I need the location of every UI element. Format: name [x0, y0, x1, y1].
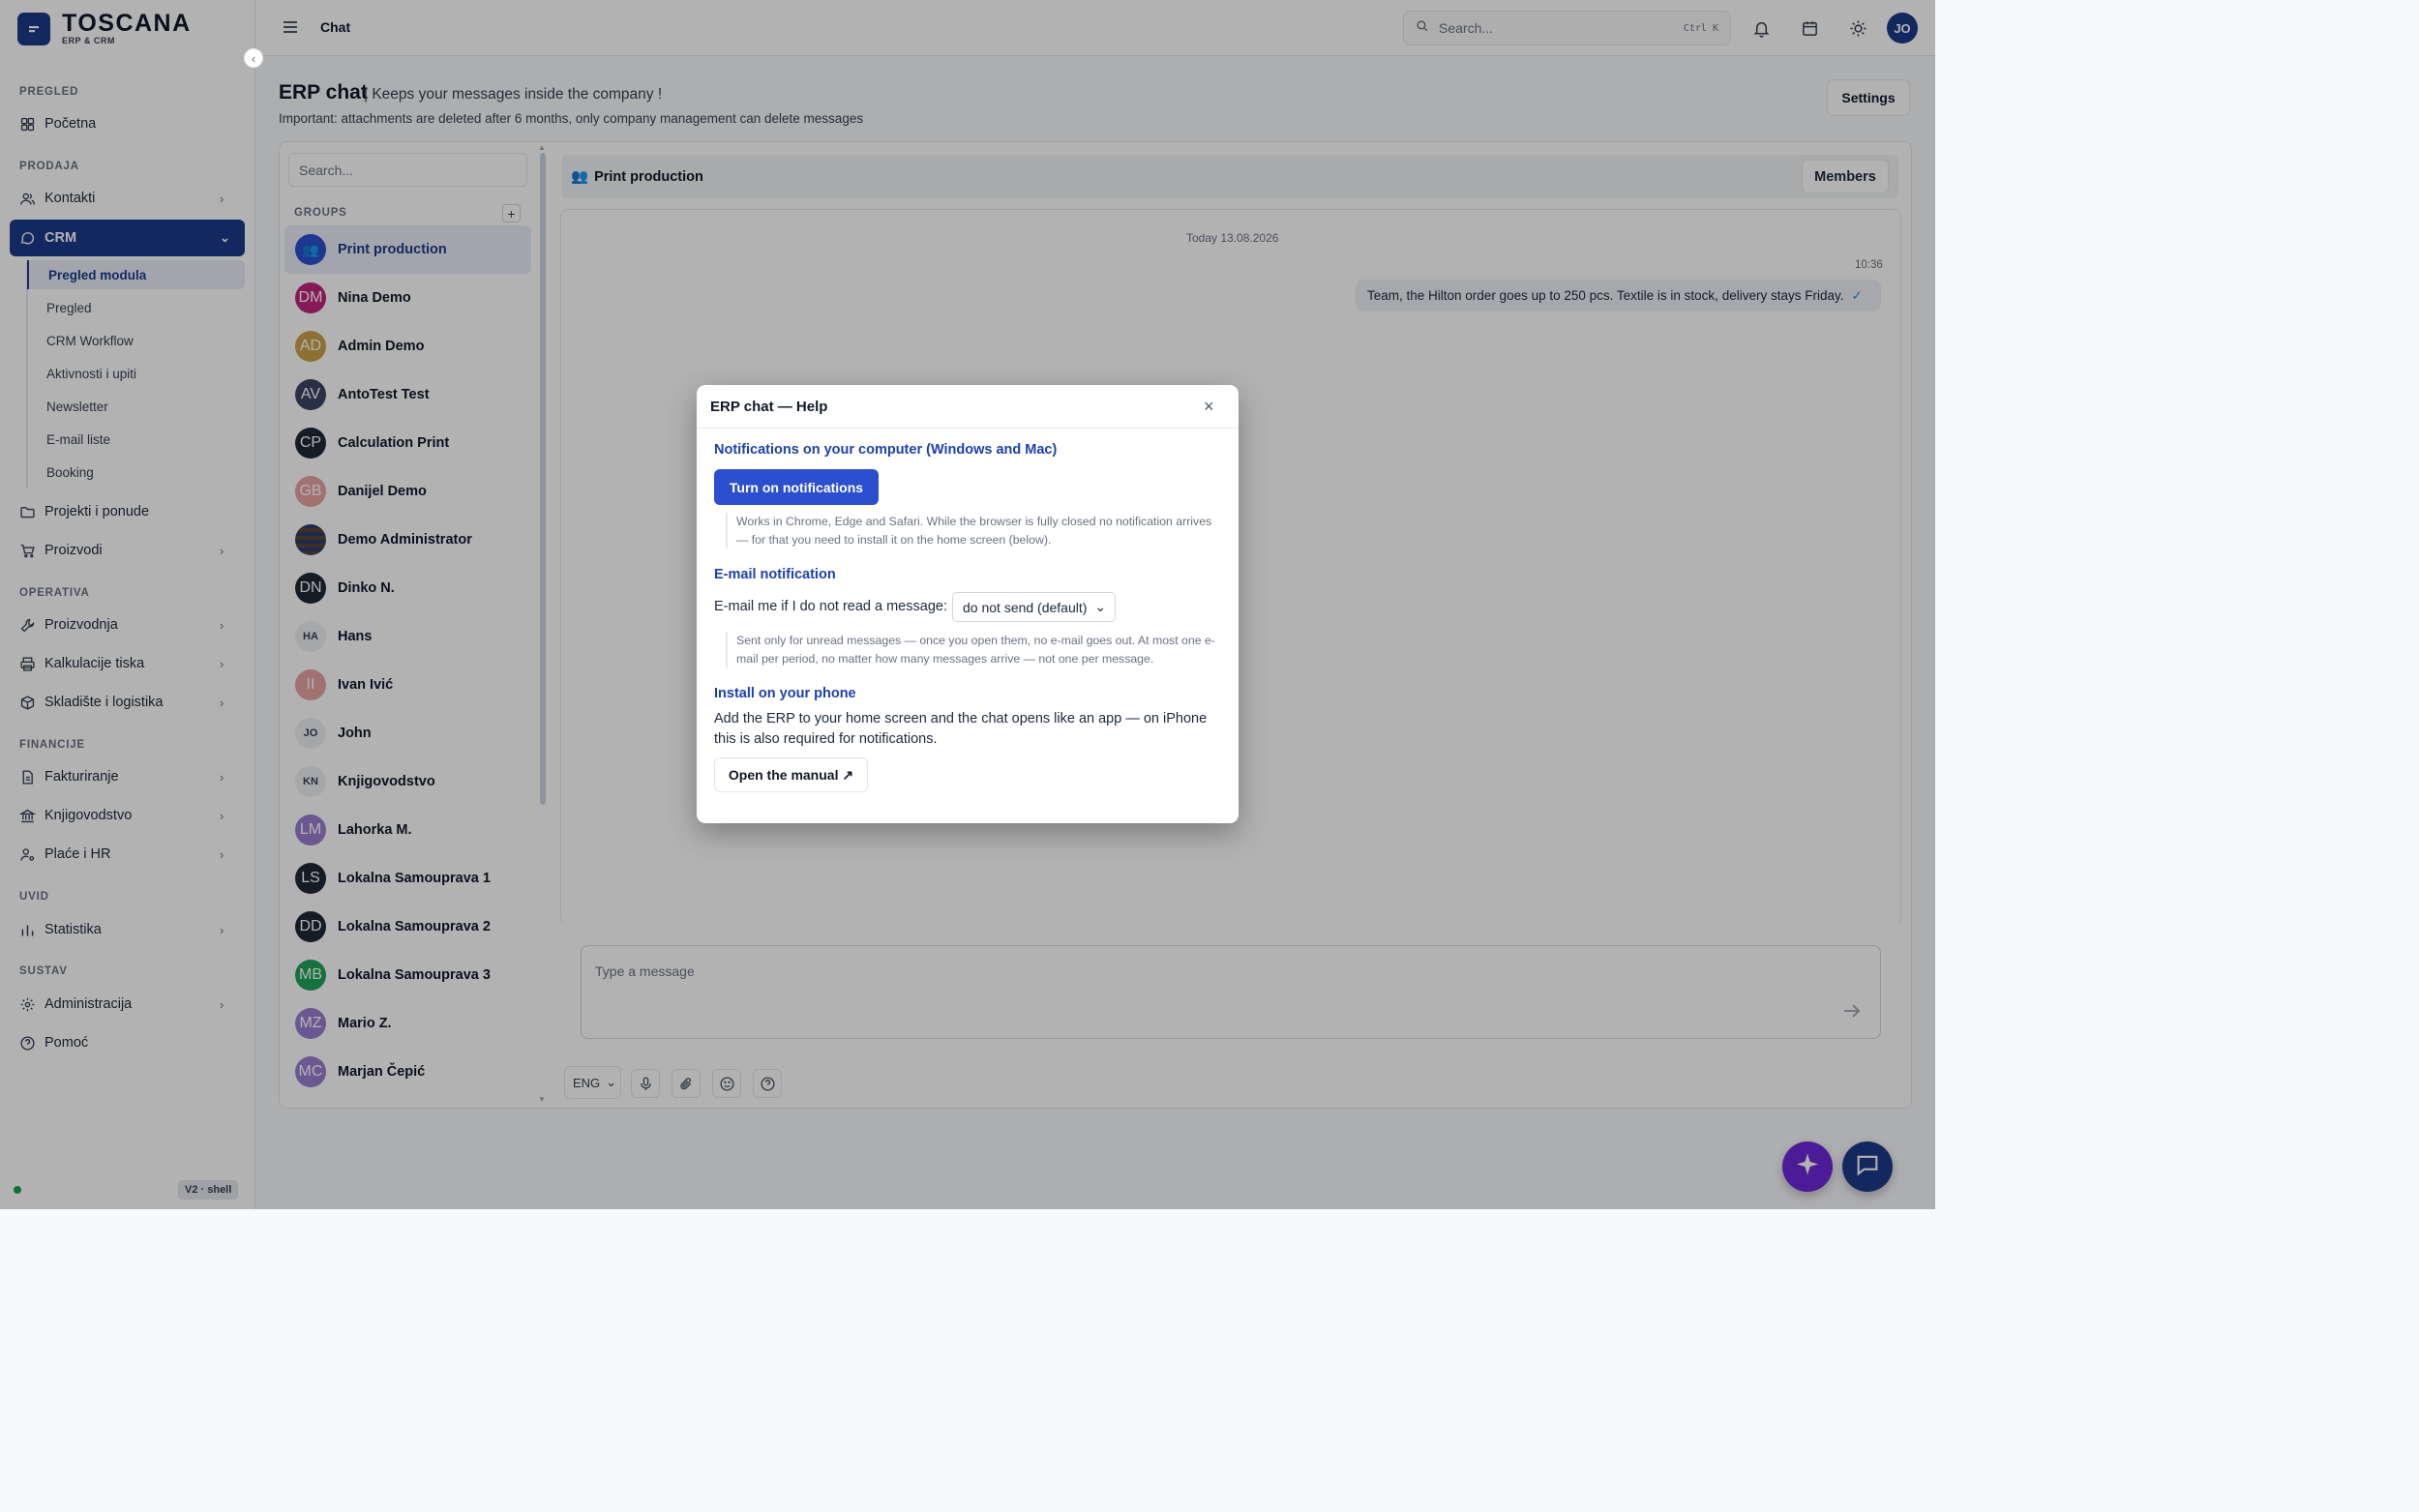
email-note: Sent only for unread messages — once you…: [726, 632, 1225, 667]
phone-heading: Install on your phone: [714, 686, 856, 701]
email-label: E-mail me if I do not read a message:: [714, 599, 947, 614]
email-heading: E-mail notification: [714, 567, 836, 582]
notifications-heading: Notifications on your computer (Windows …: [714, 442, 1058, 458]
modal-title: ERP chat — Help: [710, 399, 828, 415]
chevron-down-icon: ⌄: [1094, 599, 1107, 614]
collapse-sidebar-button[interactable]: ‹: [244, 48, 263, 68]
turn-on-notifications-button[interactable]: Turn on notifications: [714, 469, 879, 505]
help-modal: ERP chat — Help × Notifications on your …: [697, 385, 1239, 823]
email-frequency-select[interactable]: do not send (default) ⌄: [952, 592, 1116, 622]
app-window: TOSCANA ERP & CRM ‹ PREGLED Početna PROD…: [0, 0, 1935, 1209]
phone-text: Add the ERP to your home screen and the …: [714, 711, 1208, 747]
open-manual-button[interactable]: Open the manual ↗: [714, 757, 868, 792]
modal-divider: [697, 428, 1239, 429]
close-icon[interactable]: ×: [1204, 397, 1214, 417]
notifications-note: Works in Chrome, Edge and Safari. While …: [726, 513, 1225, 548]
email-select-value: do not send (default): [963, 599, 1088, 615]
